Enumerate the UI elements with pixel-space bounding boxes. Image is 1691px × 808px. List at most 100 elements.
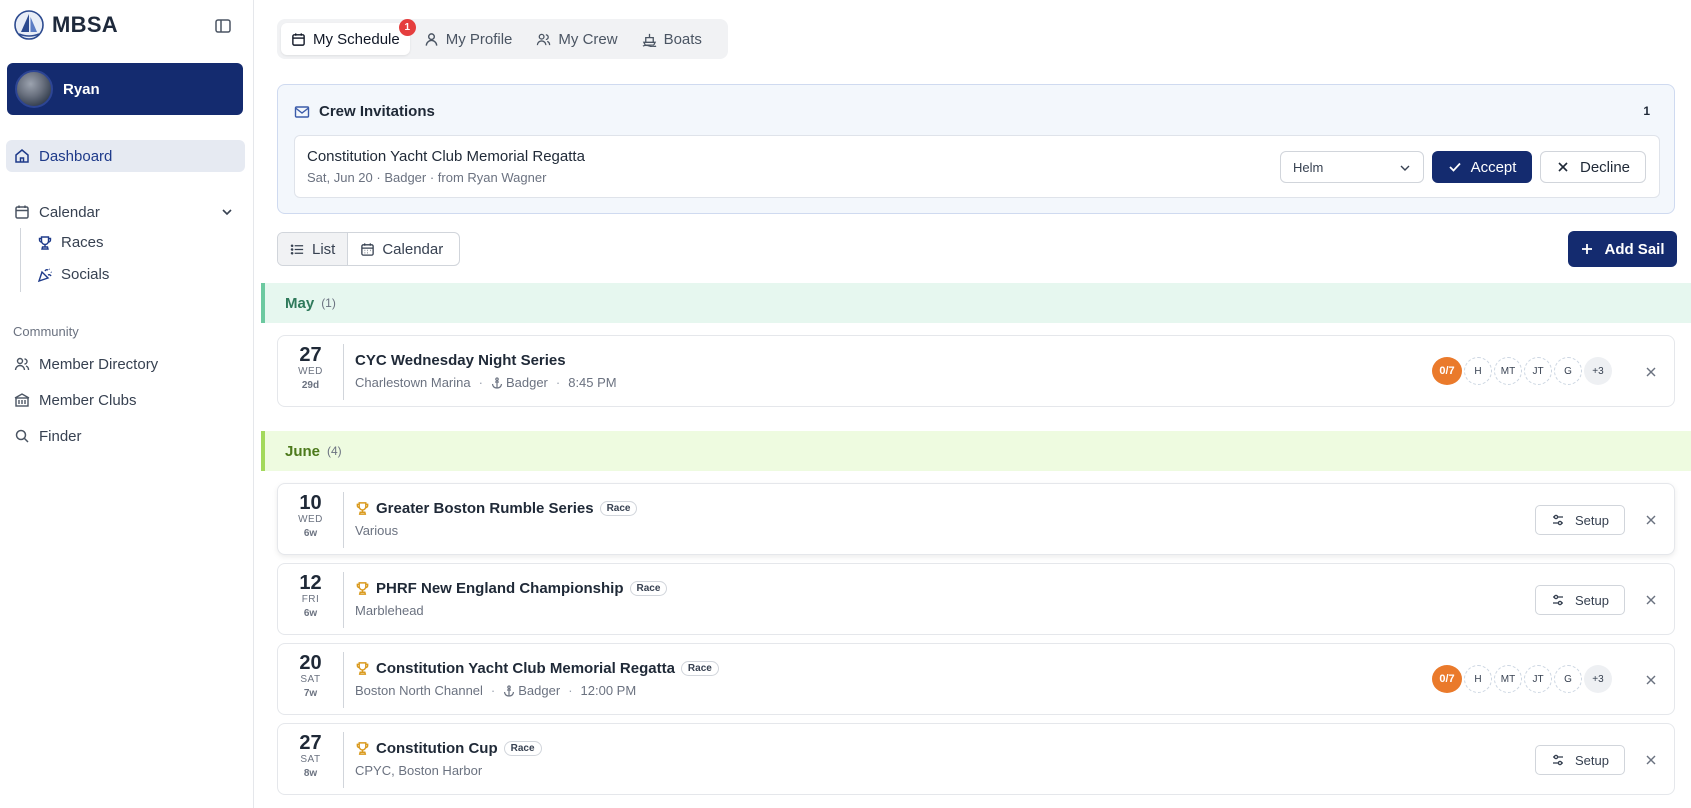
sidebar-item-finder[interactable]: Finder bbox=[6, 420, 245, 452]
tab-label: Boats bbox=[663, 30, 702, 48]
sliders-icon bbox=[1553, 594, 1563, 606]
sidebar-item-label: Finder bbox=[39, 427, 82, 445]
event-time: 12:00 PM bbox=[580, 683, 637, 698]
event-boat: Badger bbox=[503, 683, 560, 698]
crew-invitations-header: Crew Invitations bbox=[294, 103, 435, 120]
month-count: (1) bbox=[321, 296, 336, 310]
sidebar-item-member-clubs[interactable]: Member Clubs bbox=[6, 384, 245, 416]
setup-button[interactable]: Setup bbox=[1535, 745, 1625, 775]
anchor-icon bbox=[491, 376, 503, 389]
sidebar-toggle-icon[interactable] bbox=[214, 17, 232, 35]
event-relative-time: 6w bbox=[303, 528, 318, 539]
event-date: 10 WED 6w bbox=[278, 492, 344, 548]
view-toggle: List Calendar bbox=[277, 232, 460, 266]
race-tag: Race bbox=[629, 581, 668, 596]
race-tag: Race bbox=[680, 661, 719, 676]
chevron-down-icon[interactable] bbox=[220, 205, 234, 219]
remove-icon[interactable] bbox=[1644, 593, 1658, 607]
trophy-icon bbox=[38, 235, 52, 250]
list-view-button[interactable]: List bbox=[278, 233, 349, 265]
sidebar-item-races[interactable]: Races bbox=[37, 234, 104, 251]
crew-invitations-title: Crew Invitations bbox=[319, 103, 435, 120]
tab-my-profile[interactable]: My Profile bbox=[414, 23, 523, 55]
separator-dot: · bbox=[478, 375, 483, 390]
trophy-icon bbox=[356, 502, 369, 515]
event-day: 27 bbox=[299, 732, 322, 754]
sailboat-logo-icon bbox=[14, 10, 44, 40]
remove-icon[interactable] bbox=[1644, 365, 1658, 379]
event-relative-time: 8w bbox=[303, 768, 318, 779]
sidebar-item-label: Member Clubs bbox=[39, 391, 137, 409]
sliders-icon bbox=[1553, 754, 1563, 766]
avatar bbox=[15, 70, 53, 108]
add-sail-button[interactable]: Add Sail bbox=[1568, 231, 1677, 267]
event-location: Marblehead bbox=[355, 603, 424, 618]
event-weekday: SAT bbox=[300, 674, 321, 685]
sidebar-item-label: Calendar bbox=[39, 203, 100, 221]
event-subtitle: Charlestown Marina · Badger · 8:45 PM bbox=[355, 375, 617, 390]
separator-dot: · bbox=[490, 683, 496, 698]
search-icon bbox=[15, 429, 29, 443]
building-icon bbox=[14, 393, 30, 407]
event-row[interactable]: 27 WED 29d CYC Wednesday Night Series Ch… bbox=[277, 335, 1675, 407]
crew-slot: JT bbox=[1524, 357, 1552, 385]
crew-count-badge: 0/7 bbox=[1432, 357, 1462, 385]
crew-roster[interactable]: 0/7 H MT JT G +3 bbox=[1432, 357, 1612, 385]
sidebar-item-socials[interactable]: Socials bbox=[37, 266, 109, 283]
add-sail-label: Add Sail bbox=[1604, 240, 1665, 258]
event-title: CYC Wednesday Night Series bbox=[355, 352, 566, 369]
setup-label: Setup bbox=[1575, 592, 1609, 608]
race-tag: Race bbox=[503, 741, 542, 756]
invitation-details: Sat, Jun 20 · Badger · from Ryan Wagner bbox=[307, 170, 547, 185]
event-title: Constitution Yacht Club Memorial Regatta… bbox=[355, 660, 719, 677]
user-icon bbox=[425, 32, 438, 46]
home-icon bbox=[15, 149, 29, 163]
decline-label: Decline bbox=[1579, 158, 1631, 176]
invitation-event: Constitution Yacht Club Memorial Regatta bbox=[307, 148, 585, 165]
calendar-icon bbox=[15, 205, 29, 219]
tab-boats[interactable]: Boats bbox=[632, 23, 712, 55]
tab-my-crew[interactable]: My Crew bbox=[526, 23, 627, 55]
plus-icon bbox=[1582, 244, 1593, 254]
remove-icon[interactable] bbox=[1644, 753, 1658, 767]
crew-slot: JT bbox=[1524, 665, 1552, 693]
event-row[interactable]: 12 FRI 6w PHRF New England Championship … bbox=[277, 563, 1675, 635]
sidebar-item-label: Dashboard bbox=[39, 147, 113, 165]
month-name: May bbox=[285, 294, 315, 312]
event-day: 12 bbox=[299, 572, 322, 594]
setup-button[interactable]: Setup bbox=[1535, 585, 1625, 615]
invitation-card: Constitution Yacht Club Memorial Regatta… bbox=[294, 135, 1660, 198]
event-boat-name: Badger bbox=[518, 683, 561, 698]
brand[interactable]: MBSA bbox=[14, 10, 118, 40]
sidebar-item-dashboard[interactable]: Dashboard bbox=[6, 140, 245, 172]
tab-my-schedule[interactable]: My Schedule 1 bbox=[281, 19, 416, 55]
remove-icon[interactable] bbox=[1644, 673, 1658, 687]
calendar-submenu: Races Socials bbox=[20, 228, 240, 292]
role-select[interactable]: Helm bbox=[1280, 151, 1424, 183]
ship-icon bbox=[642, 33, 656, 47]
accept-button[interactable]: Accept bbox=[1432, 151, 1532, 183]
sidebar-item-calendar[interactable]: Calendar bbox=[6, 196, 245, 228]
event-row[interactable]: 10 WED 6w Greater Boston Rumble Series R… bbox=[277, 483, 1675, 555]
calendar-view-button[interactable]: Calendar bbox=[348, 233, 455, 265]
user-card[interactable]: Ryan bbox=[7, 63, 243, 115]
event-day: 10 bbox=[299, 492, 322, 514]
sidebar-item-member-directory[interactable]: Member Directory bbox=[6, 348, 245, 380]
event-title-text: CYC Wednesday Night Series bbox=[355, 352, 566, 369]
calendar-view-label: Calendar bbox=[382, 240, 444, 258]
setup-button[interactable]: Setup bbox=[1535, 505, 1625, 535]
chevron-down-icon bbox=[1400, 165, 1410, 171]
month-header-june: June (4) bbox=[261, 431, 1691, 471]
event-date: 27 SAT 8w bbox=[278, 732, 344, 788]
calendar-icon bbox=[292, 32, 305, 46]
remove-icon[interactable] bbox=[1644, 513, 1658, 527]
event-relative-time: 6w bbox=[303, 608, 318, 619]
close-icon bbox=[1558, 162, 1568, 172]
event-row[interactable]: 20 SAT 7w Constitution Yacht Club Memori… bbox=[277, 643, 1675, 715]
event-row[interactable]: 27 SAT 8w Constitution Cup Race CPYC, Bo… bbox=[277, 723, 1675, 795]
crew-roster[interactable]: 0/7 H MT JT G +3 bbox=[1432, 665, 1612, 693]
sidebar: MBSA Ryan Dashboard Calendar Races Socia… bbox=[0, 0, 254, 808]
decline-button[interactable]: Decline bbox=[1540, 151, 1646, 183]
brand-name: MBSA bbox=[52, 12, 118, 37]
event-title-text: PHRF New England Championship bbox=[376, 580, 624, 597]
